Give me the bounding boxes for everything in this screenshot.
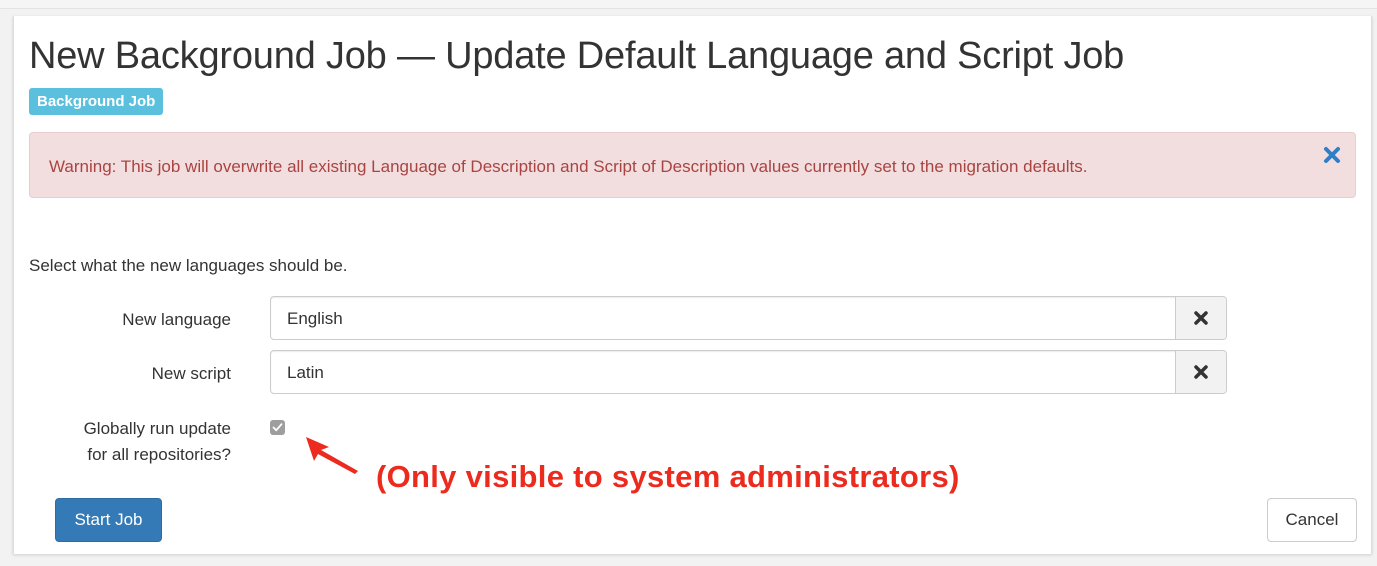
global-update-checkbox[interactable] (270, 420, 285, 435)
cancel-button[interactable]: Cancel (1267, 498, 1357, 542)
page-title: New Background Job — Update Default Lang… (29, 35, 1125, 77)
annotation-arrow-icon (306, 437, 358, 474)
background-job-badge: Background Job (29, 88, 164, 115)
clear-icon (1194, 365, 1208, 379)
new-language-combobox[interactable]: English (270, 296, 1227, 340)
warning-alert: Warning: This job will overwrite all exi… (29, 132, 1356, 198)
global-update-label-line1: Globally run update (83, 419, 231, 438)
top-strip (0, 0, 1377, 9)
clear-icon (1194, 311, 1208, 325)
form-intro: Select what the new languages should be. (29, 256, 348, 275)
alert-message: Warning: This job will overwrite all exi… (49, 157, 1088, 176)
new-script-value[interactable]: Latin (287, 363, 324, 383)
new-language-label: New language (122, 310, 231, 329)
annotation-text: (Only visible to system administrators) (376, 459, 960, 494)
job-panel: New Background Job — Update Default Lang… (13, 16, 1372, 554)
new-language-value[interactable]: English (287, 309, 343, 329)
start-job-button[interactable]: Start Job (55, 498, 162, 542)
global-update-label: Globally run update for all repositories… (29, 416, 231, 468)
new-script-clear-button[interactable] (1175, 351, 1226, 393)
close-icon[interactable] (1323, 146, 1341, 164)
global-update-label-line2: for all repositories? (87, 445, 231, 464)
checkmark-icon (272, 423, 283, 432)
new-script-combobox[interactable]: Latin (270, 350, 1227, 394)
new-language-clear-button[interactable] (1175, 297, 1226, 339)
new-script-label: New script (151, 364, 231, 383)
